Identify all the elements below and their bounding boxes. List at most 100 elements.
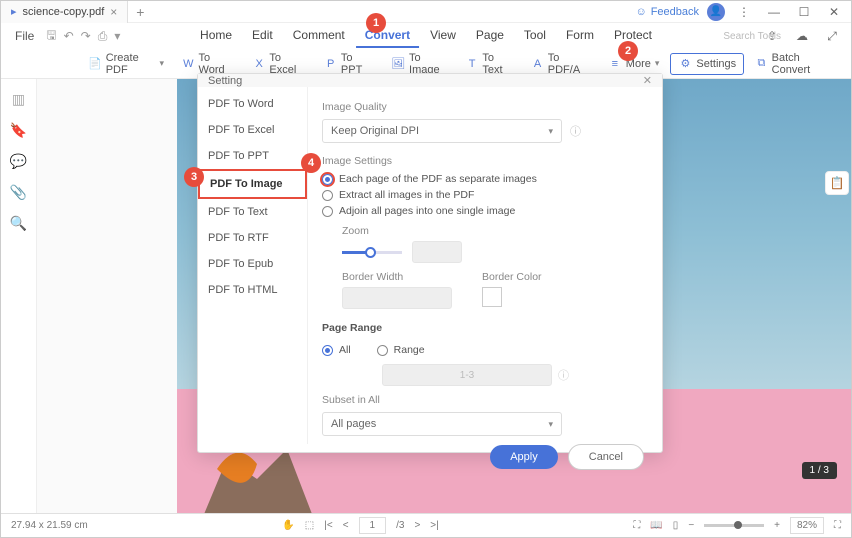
annotation-badge-4: 4 bbox=[301, 153, 321, 173]
hand-tool-icon[interactable]: ✋ bbox=[282, 520, 294, 531]
zoom-in-icon[interactable]: + bbox=[774, 520, 780, 531]
more-menu-icon[interactable]: ⋮ bbox=[733, 3, 755, 21]
tab-close-icon[interactable]: × bbox=[110, 5, 117, 19]
comment-pane-icon[interactable]: 💬 bbox=[10, 153, 27, 170]
batch-convert-button[interactable]: ⧉Batch Convert bbox=[748, 49, 841, 79]
tab-edit[interactable]: Edit bbox=[243, 24, 282, 48]
last-page-icon[interactable]: >| bbox=[430, 520, 438, 531]
search-icon[interactable]: 🔍 bbox=[10, 215, 27, 232]
pdf-icon: ▸ bbox=[11, 5, 17, 18]
settings-button[interactable]: ⚙Settings bbox=[670, 53, 744, 75]
feedback-label: Feedback bbox=[651, 6, 699, 18]
feedback-icon: ☺ bbox=[635, 6, 646, 18]
document-tab[interactable]: ▸ science-copy.pdf × bbox=[1, 1, 128, 23]
range-input[interactable]: 1-3 bbox=[382, 364, 552, 386]
left-sidebar: ▥ 🔖 💬 📎 🔍 bbox=[1, 79, 37, 513]
image-icon: 🖼 bbox=[391, 57, 405, 71]
info-icon[interactable]: ⓘ bbox=[570, 123, 581, 139]
batch-icon: ⧉ bbox=[755, 57, 768, 71]
annotation-badge-2: 2 bbox=[618, 41, 638, 61]
qat-dropdown-icon[interactable]: ▾ bbox=[114, 29, 120, 43]
save-icon[interactable]: 🖫 bbox=[46, 26, 56, 47]
modal-title: Setting bbox=[208, 75, 242, 87]
expand-icon[interactable]: ⤢ bbox=[821, 27, 843, 45]
tab-form[interactable]: Form bbox=[557, 24, 603, 48]
sidebar-item-pdf-to-image[interactable]: PDF To Image bbox=[198, 169, 307, 199]
info-icon[interactable]: ⓘ bbox=[558, 367, 569, 383]
first-page-icon[interactable]: |< bbox=[324, 520, 332, 531]
annotation-badge-1: 1 bbox=[366, 13, 386, 33]
close-window-button[interactable]: ✕ bbox=[823, 3, 845, 21]
search-tools-input[interactable]: Search Tools bbox=[723, 31, 781, 42]
chevron-down-icon: ▾ bbox=[548, 126, 553, 137]
cloud-icon[interactable]: ☁ bbox=[791, 27, 813, 45]
select-tool-icon[interactable]: ⬚ bbox=[305, 520, 314, 531]
settings-modal: Setting ✕ PDF To Word PDF To Excel PDF T… bbox=[197, 73, 663, 453]
border-color-picker[interactable] bbox=[482, 287, 502, 307]
sidebar-item-pdf-to-word[interactable]: PDF To Word bbox=[198, 91, 307, 117]
radio-page-range[interactable] bbox=[377, 345, 388, 356]
text-icon: T bbox=[466, 57, 478, 71]
create-pdf-button[interactable]: 📄Create PDF▾ bbox=[81, 49, 171, 79]
radio-page-all[interactable] bbox=[322, 345, 333, 356]
print-icon[interactable]: ⎙ bbox=[98, 29, 108, 44]
feedback-link[interactable]: ☺ Feedback bbox=[635, 6, 699, 18]
fullscreen-icon[interactable]: ⛶ bbox=[834, 520, 841, 531]
read-mode-icon[interactable]: 📖 bbox=[650, 520, 662, 531]
attachment-icon[interactable]: 📎 bbox=[10, 184, 27, 201]
zoom-percent[interactable]: 82% bbox=[790, 517, 824, 534]
radio-extract-images[interactable] bbox=[322, 190, 333, 201]
tab-view[interactable]: View bbox=[421, 24, 465, 48]
next-page-icon[interactable]: > bbox=[414, 520, 420, 531]
annotation-badge-3: 3 bbox=[184, 167, 204, 187]
tab-title: science-copy.pdf bbox=[23, 6, 105, 18]
modal-sidebar: PDF To Word PDF To Excel PDF To PPT PDF … bbox=[198, 87, 308, 444]
border-color-label: Border Color bbox=[482, 271, 542, 283]
zoom-slider[interactable] bbox=[704, 524, 764, 527]
tab-page[interactable]: Page bbox=[467, 24, 513, 48]
excel-icon: X bbox=[253, 57, 265, 71]
radio-separate-images[interactable] bbox=[322, 174, 333, 185]
tab-tool[interactable]: Tool bbox=[515, 24, 555, 48]
single-page-icon[interactable]: ▯ bbox=[673, 520, 679, 531]
page-range-title: Page Range bbox=[322, 322, 648, 334]
bookmark-icon[interactable]: 🔖 bbox=[10, 122, 27, 139]
modal-close-icon[interactable]: ✕ bbox=[643, 74, 652, 87]
sidebar-item-pdf-to-excel[interactable]: PDF To Excel bbox=[198, 117, 307, 143]
chevron-down-icon: ▾ bbox=[548, 419, 553, 430]
sidebar-item-pdf-to-epub[interactable]: PDF To Epub bbox=[198, 251, 307, 277]
add-tab-button[interactable]: + bbox=[128, 4, 152, 20]
chevron-down-icon: ▾ bbox=[655, 58, 660, 69]
thumbnails-icon[interactable]: ▥ bbox=[12, 91, 25, 108]
minimize-button[interactable]: — bbox=[763, 3, 785, 21]
prev-page-icon[interactable]: < bbox=[343, 520, 349, 531]
sidebar-item-pdf-to-html[interactable]: PDF To HTML bbox=[198, 277, 307, 303]
image-quality-select[interactable]: Keep Original DPI ▾ bbox=[322, 119, 562, 143]
cancel-button[interactable]: Cancel bbox=[568, 444, 644, 470]
maximize-button[interactable]: ☐ bbox=[793, 3, 815, 21]
file-menu[interactable]: File bbox=[9, 27, 40, 45]
redo-icon[interactable]: ↷ bbox=[81, 29, 91, 43]
radio-adjoin-pages[interactable] bbox=[322, 206, 333, 217]
tab-comment[interactable]: Comment bbox=[284, 24, 354, 48]
tab-convert[interactable]: Convert bbox=[356, 24, 419, 48]
zoom-out-icon[interactable]: − bbox=[688, 520, 694, 531]
avatar[interactable]: 👤 bbox=[707, 3, 725, 21]
right-panel-toggle[interactable]: 📋 bbox=[825, 171, 849, 195]
zoom-slider-modal[interactable] bbox=[342, 251, 402, 254]
tab-home[interactable]: Home bbox=[191, 24, 241, 48]
word-icon: W bbox=[182, 57, 194, 71]
subset-select[interactable]: All pages ▾ bbox=[322, 412, 562, 436]
border-width-input[interactable] bbox=[342, 287, 452, 309]
border-width-label: Border Width bbox=[342, 271, 452, 283]
undo-icon[interactable]: ↶ bbox=[64, 29, 74, 43]
page-number-input[interactable]: 1 bbox=[359, 517, 387, 534]
main-menu-tabs: Home Edit Comment Convert View Page Tool… bbox=[191, 24, 661, 48]
sidebar-item-pdf-to-ppt[interactable]: PDF To PPT bbox=[198, 143, 307, 169]
sidebar-item-pdf-to-rtf[interactable]: PDF To RTF bbox=[198, 225, 307, 251]
fit-window-icon[interactable]: ⛶ bbox=[633, 520, 640, 531]
zoom-value-input[interactable] bbox=[412, 241, 462, 263]
sidebar-item-pdf-to-text[interactable]: PDF To Text bbox=[198, 199, 307, 225]
apply-button[interactable]: Apply bbox=[490, 445, 558, 469]
image-settings-title: Image Settings bbox=[322, 155, 648, 167]
